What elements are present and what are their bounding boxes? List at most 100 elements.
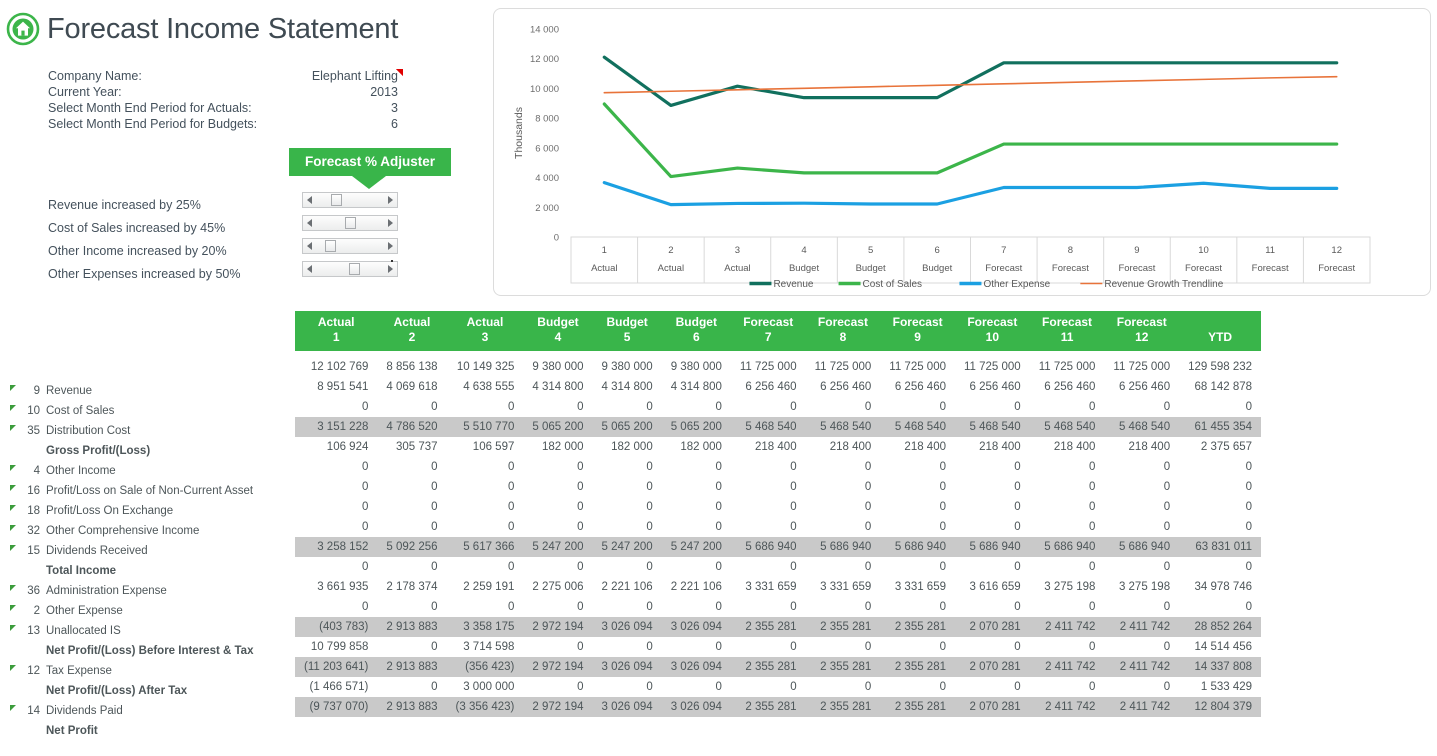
slider-left-arrow-icon[interactable] (307, 219, 312, 227)
table-column-header-8: Forecast 8 (805, 311, 881, 351)
table-cell: 5 686 940 (880, 537, 955, 557)
column-number-label: 5 (623, 330, 631, 344)
x-axis-type-label: Forecast (1185, 263, 1222, 274)
slider-right-arrow-icon[interactable] (388, 242, 393, 250)
table-cell: 14 337 808 (1179, 657, 1262, 677)
drilldown-flag-icon (10, 585, 16, 591)
slider-left-arrow-icon[interactable] (307, 196, 312, 204)
row-label-item[interactable]: 18 Profit/Loss On Exchange (0, 501, 292, 521)
table-cell: 218 400 (904, 441, 946, 453)
table-cell: 8 951 541 (317, 381, 369, 393)
table-cell: 5 468 540 (955, 417, 1030, 437)
row-label-item[interactable]: 10 Cost of Sales (0, 401, 292, 421)
table-cell: 0 (939, 601, 946, 613)
table-cell: 11 725 000 (1038, 361, 1096, 373)
row-label-item[interactable]: 9 Revenue (0, 381, 292, 401)
table-cell: 0 (507, 561, 515, 573)
row-label-item[interactable]: 14 Dividends Paid (0, 701, 292, 721)
table-row: 8 951 541 4 069 618 4 638 555 4 314 800 4 31… (295, 377, 1261, 397)
company-info-block: Company Name: Elephant Lifting Current Y… (48, 68, 403, 132)
table-cell: 218 400 (979, 441, 1021, 453)
table-cell: 2 355 281 (880, 657, 955, 677)
table-cell: 0 (715, 481, 722, 493)
slider-right-arrow-icon[interactable] (388, 219, 393, 227)
table-cell: 0 (715, 461, 722, 473)
table-cell: 1 533 429 (1200, 681, 1253, 693)
table-cell: 0 (790, 681, 797, 693)
column-number-label: 9 (914, 330, 921, 344)
info-label: Current Year: (48, 85, 122, 99)
row-code: 18 (27, 505, 40, 517)
slider-revenue[interactable] (302, 192, 398, 208)
info-row-actuals-period[interactable]: Select Month End Period for Actuals: 3 (48, 69, 403, 116)
table-cell: 0 (1014, 401, 1021, 413)
slider-thumb[interactable] (325, 240, 336, 252)
slider-left-arrow-icon[interactable] (307, 265, 312, 273)
slider-left-arrow-icon[interactable] (307, 242, 312, 250)
table-cell: 0 (577, 481, 584, 493)
table-cell: 0 (1089, 601, 1096, 613)
table-cell: (1 466 571) (309, 681, 369, 693)
x-axis-period-label: 6 (935, 245, 940, 256)
column-number-label: 6 (692, 330, 700, 344)
slider-other-income[interactable] (302, 238, 398, 254)
table-cell: 3 661 935 (317, 581, 369, 593)
table-cell: 0 (864, 601, 872, 613)
slider-right-arrow-icon[interactable] (388, 265, 393, 273)
row-label-item[interactable]: 2 Other Expense (0, 601, 292, 621)
table-cell: 0 (507, 461, 515, 473)
table-cell: (356 423) (446, 657, 524, 677)
slider-thumb[interactable] (331, 194, 342, 206)
y-axis-tick-label: 14 000 (530, 25, 559, 36)
row-label-item[interactable]: 35 Distribution Cost (0, 421, 292, 441)
table-cell: 10 149 325 (456, 361, 515, 373)
table-cell: 0 (577, 601, 584, 613)
row-label-item[interactable]: 13 Unallocated IS (0, 621, 292, 641)
table-row: 106 924 305 737 106 597 182 000 182 000 182 0… (295, 437, 1261, 457)
table-cell: 0 (790, 641, 797, 653)
slider-right-arrow-icon[interactable] (388, 196, 393, 204)
y-axis-title: Thousands (513, 107, 525, 159)
table-cell: (11 203 641) (295, 657, 378, 677)
table-cell: 5 686 940 (805, 537, 881, 557)
table-cell: 0 (431, 641, 438, 653)
column-type-label: Budget (606, 315, 648, 329)
row-label-item[interactable]: 4 Other Income (0, 461, 292, 481)
table-cell: 0 (939, 501, 946, 513)
drilldown-flag-icon (10, 625, 16, 631)
table-cell: 0 (361, 561, 369, 573)
row-label-item[interactable]: 12 Tax Expense (0, 661, 292, 681)
slider-thumb[interactable] (349, 263, 360, 275)
table-cell: 0 (1245, 481, 1253, 493)
row-name: Revenue (46, 385, 93, 397)
table-cell: 0 (1245, 501, 1253, 513)
table-cell: 0 (1014, 481, 1021, 493)
table-cell: 5 092 256 (377, 537, 447, 557)
row-label-item[interactable]: 15 Dividends Received (0, 541, 292, 561)
table-cell: 2 070 281 (955, 697, 1030, 717)
table-cell: 0 (431, 681, 438, 693)
slider-other-expenses[interactable] (302, 261, 398, 277)
row-label-item[interactable]: 36 Administration Expense (0, 581, 292, 601)
y-axis-tick-label: 0 (554, 233, 559, 244)
table-cell: 2 355 281 (730, 617, 806, 637)
row-code: 10 (27, 405, 40, 417)
table-cell: 0 (715, 501, 722, 513)
table-cell: 0 (1089, 481, 1096, 493)
info-row-budgets-period[interactable]: Select Month End Period for Budgets: 6 (48, 69, 403, 132)
row-name: Net Profit/(Loss) Before Interest & Tax (46, 645, 254, 657)
slider-cost-of-sales[interactable] (302, 215, 398, 231)
actuals-period-value[interactable]: 3 (298, 100, 398, 116)
table-cell: 0 (431, 461, 438, 473)
chart-series-line (602, 180, 1339, 207)
column-type-label (1188, 315, 1252, 330)
slider-thumb[interactable] (345, 217, 356, 229)
table-cell: 2 355 281 (730, 657, 806, 677)
row-label-item[interactable]: 32 Other Comprehensive Income (0, 521, 292, 541)
table-column-header-11: Forecast 11 (1029, 311, 1105, 351)
table-cell: 0 (507, 521, 515, 533)
budgets-period-value[interactable]: 6 (298, 116, 398, 132)
row-label-item[interactable]: 16 Profit/Loss on Sale of Non-Current Ass… (0, 481, 292, 501)
column-type-label: Forecast (967, 315, 1018, 329)
row-name: Profit/Loss On Exchange (46, 505, 174, 517)
